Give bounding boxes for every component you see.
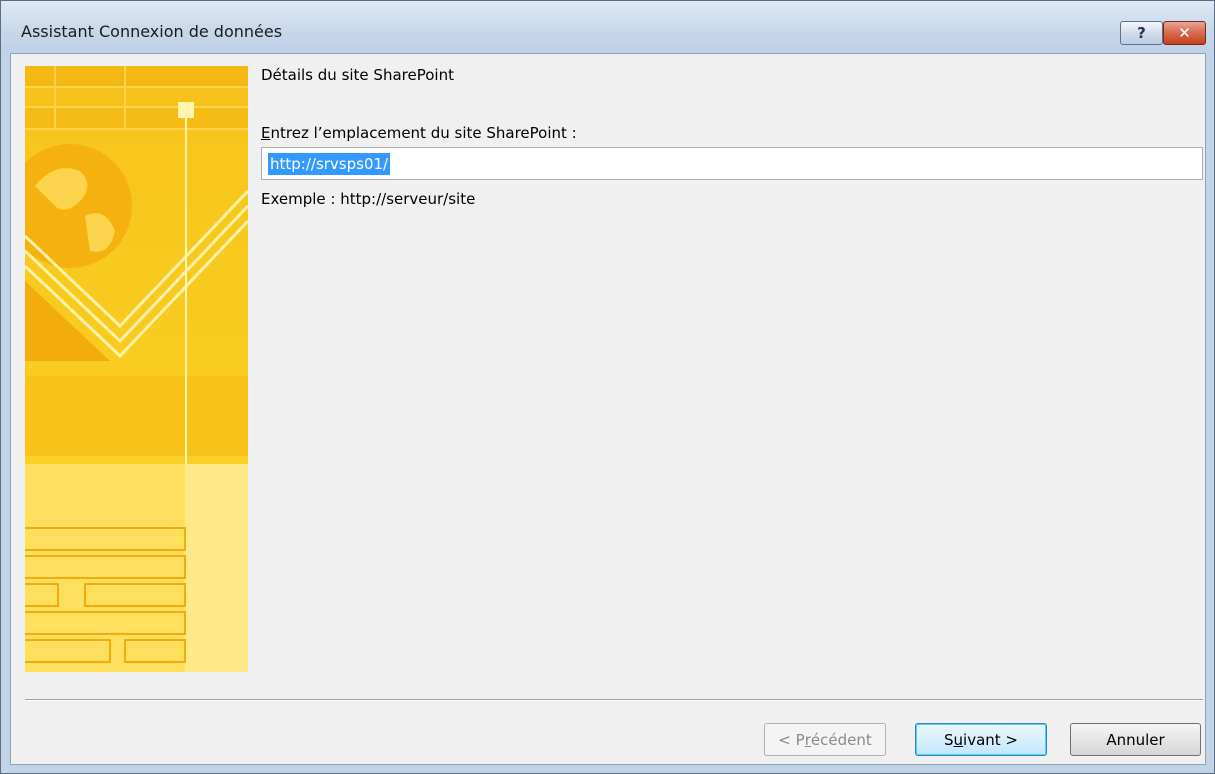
previous-label-pre: < P	[778, 730, 805, 749]
wizard-body: Détails du site SharePoint Entrez l’empl…	[10, 53, 1206, 765]
wizard-side-illustration	[25, 66, 248, 672]
cancel-label: Annuler	[1106, 730, 1165, 749]
previous-label-post: écédent	[810, 730, 872, 749]
cancel-button[interactable]: Annuler	[1070, 723, 1201, 756]
title-bar[interactable]: Assistant Connexion de données ? ✕	[1, 1, 1214, 53]
site-url-value: http://srvsps01/	[268, 152, 391, 175]
close-icon: ✕	[1178, 24, 1191, 42]
footer-separator	[25, 699, 1203, 701]
next-button[interactable]: Su ivant >	[915, 723, 1047, 756]
site-url-label: Entrez l’emplacement du site SharePoint …	[261, 124, 577, 142]
window-title: Assistant Connexion de données	[21, 22, 283, 41]
next-label-accelerator: u	[953, 730, 964, 749]
close-button[interactable]: ✕	[1163, 21, 1206, 45]
help-icon: ?	[1137, 24, 1146, 42]
section-title: Détails du site SharePoint	[261, 66, 454, 84]
next-label-pre: S	[943, 730, 954, 749]
site-url-label-text: ntrez l’emplacement du site SharePoint :	[270, 124, 577, 142]
wizard-art-graphic	[25, 66, 248, 672]
next-label-post: ivant >	[963, 730, 1018, 749]
data-connection-wizard-window: Assistant Connexion de données ? ✕ Détai…	[0, 0, 1215, 774]
example-hint: Exemple : http://serveur/site	[261, 190, 476, 208]
previous-button[interactable]: < Pr écédent	[764, 723, 886, 756]
help-button[interactable]: ?	[1120, 21, 1163, 45]
site-url-input[interactable]: http://srvsps01/	[261, 147, 1203, 180]
